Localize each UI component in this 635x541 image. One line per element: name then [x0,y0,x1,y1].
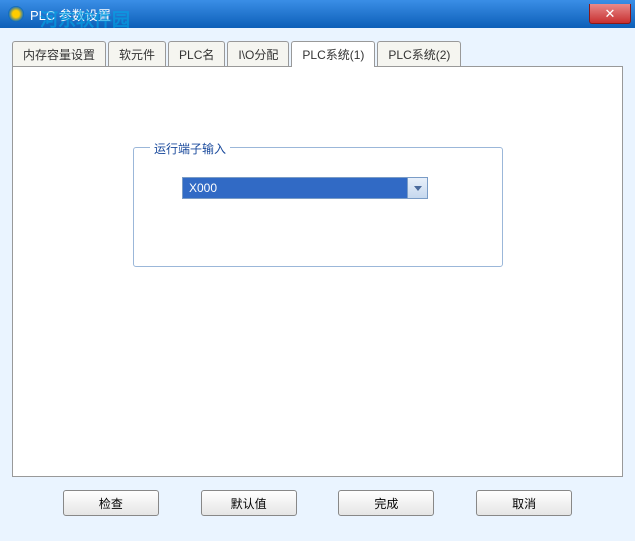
tab-device[interactable]: 软元件 [108,41,166,67]
combo-selected-value: X000 [183,178,407,198]
combo-dropdown-button[interactable] [407,178,427,198]
tab-plc-system-2[interactable]: PLC系统(2) [377,41,461,67]
group-label: 运行端子输入 [150,140,230,157]
app-icon [8,6,24,22]
window-title: PLC 参数设置 [30,5,111,24]
run-terminal-group: 运行端子输入 X000 [133,147,503,267]
tab-io-assign[interactable]: I\O分配 [227,41,289,67]
default-button[interactable]: 默认值 [201,490,297,516]
combo-wrap: X000 [182,177,486,199]
titlebar: PLC 参数设置 ✕ [0,0,635,28]
chevron-down-icon [414,186,422,191]
tab-strip: 内存容量设置 软元件 PLC名 I\O分配 PLC系统(1) PLC系统(2) [12,40,623,66]
cancel-button[interactable]: 取消 [476,490,572,516]
finish-button[interactable]: 完成 [338,490,434,516]
close-icon: ✕ [605,6,616,22]
check-button[interactable]: 检查 [63,490,159,516]
titlebar-left: PLC 参数设置 [8,5,111,24]
content-area: 内存容量设置 软元件 PLC名 I\O分配 PLC系统(1) PLC系统(2) … [0,28,635,541]
close-button[interactable]: ✕ [589,4,631,24]
run-terminal-combo[interactable]: X000 [182,177,428,199]
tab-plc-system-1[interactable]: PLC系统(1) [291,41,375,67]
dialog-window: PLC 参数设置 ✕ 河东软件园 内存容量设置 软元件 PLC名 I\O分配 P… [0,0,635,541]
tab-memory-capacity[interactable]: 内存容量设置 [12,41,106,67]
tab-plc-name[interactable]: PLC名 [168,41,225,67]
tab-panel: 运行端子输入 X000 [12,66,623,477]
button-bar: 检查 默认值 完成 取消 [12,477,623,529]
